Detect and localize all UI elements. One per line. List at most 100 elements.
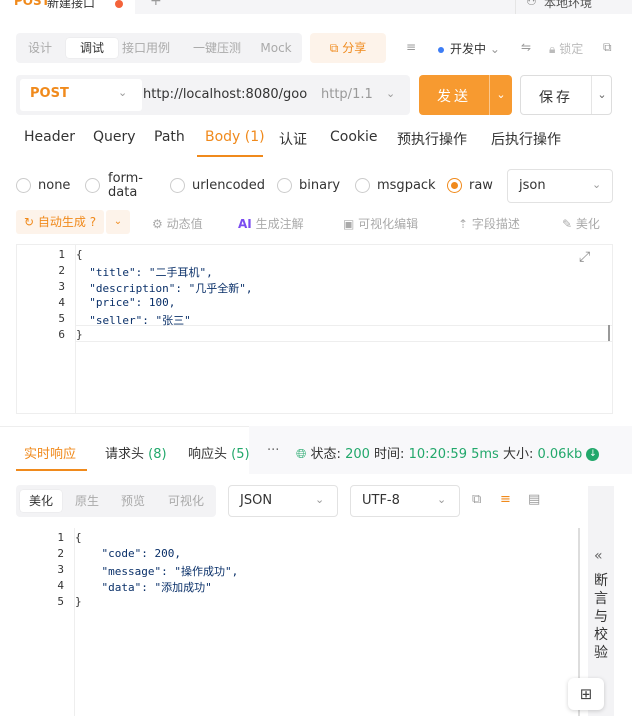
send-button[interactable]: 发送 ⌄ bbox=[419, 75, 512, 115]
line-number: 4 bbox=[57, 579, 64, 592]
download-icon[interactable]: ↓ bbox=[586, 448, 600, 461]
radio-urlencoded-label: urlencoded bbox=[192, 178, 266, 193]
line-number: 3 bbox=[57, 563, 64, 576]
send-label: 发送 bbox=[437, 89, 471, 105]
radio-urlencoded[interactable] bbox=[170, 178, 185, 193]
response-body-viewer[interactable]: 1 2 3 4 5 { "code": 200, "message": "操作成… bbox=[16, 528, 582, 716]
duplicate-icon[interactable]: ⧉ bbox=[603, 40, 612, 55]
save-icon[interactable]: ▤ bbox=[528, 492, 540, 507]
format-icon[interactable]: ≡ bbox=[406, 40, 416, 54]
size-label: 大小: bbox=[502, 447, 534, 462]
visual-edit-button[interactable]: ▣ 可视化编辑 bbox=[343, 215, 418, 232]
method-value: POST bbox=[30, 86, 69, 101]
field-description-button[interactable]: ⇡ 字段描述 bbox=[458, 215, 520, 232]
branch-status-dot bbox=[438, 46, 444, 53]
auto-generate-button[interactable]: ↻ 自动生成 ? bbox=[16, 210, 104, 234]
environment-icon: ⚇ bbox=[526, 0, 537, 8]
count-badge: (8) bbox=[148, 447, 167, 462]
mode-switcher: 设计 调试 接口用例 一键压测 Mock bbox=[16, 33, 302, 63]
body-format-select[interactable]: json ⌄ bbox=[507, 169, 613, 203]
lock-label: 锁定 bbox=[559, 42, 584, 56]
radio-msgpack[interactable] bbox=[355, 178, 370, 193]
layout-toggle-icon[interactable]: ⊞ bbox=[568, 678, 604, 710]
tab-header[interactable]: Header bbox=[24, 129, 75, 145]
tab-response-headers[interactable]: 响应头 (5) bbox=[188, 443, 250, 462]
more-tabs-icon[interactable]: ··· bbox=[178, 0, 190, 6]
tab-cookie[interactable]: Cookie bbox=[330, 129, 378, 145]
chevron-down-icon: ⌄ bbox=[315, 493, 325, 506]
auto-generate-options-chevron-icon[interactable]: ⌄ bbox=[106, 210, 130, 234]
mode-mock[interactable]: Mock bbox=[256, 38, 296, 58]
expand-icon[interactable]: ⤢ bbox=[579, 249, 590, 265]
code-line: "data": "添加成功" bbox=[75, 581, 212, 594]
radio-binary-label: binary bbox=[299, 178, 341, 193]
tab-path[interactable]: Path bbox=[154, 129, 185, 145]
code-line: "title": "二手耳机", bbox=[76, 266, 213, 279]
code-line: } bbox=[76, 328, 83, 341]
code-line: "message": "操作成功", bbox=[75, 565, 239, 578]
radio-none[interactable] bbox=[16, 178, 31, 193]
chevron-down-icon: ⌄ bbox=[386, 87, 396, 100]
mode-debug[interactable]: 调试 bbox=[66, 38, 118, 58]
format-icon[interactable]: ≡ bbox=[500, 492, 511, 507]
tab-post-script[interactable]: 后执行操作 bbox=[491, 129, 561, 149]
environment-label: 本地环境 bbox=[544, 0, 593, 10]
radio-raw[interactable] bbox=[447, 178, 462, 193]
line-number: 2 bbox=[57, 547, 64, 560]
line-number: 2 bbox=[58, 264, 65, 277]
auto-generate-label: 自动生成 bbox=[37, 215, 86, 229]
line-number: 4 bbox=[58, 296, 65, 309]
save-label: 保存 bbox=[539, 90, 573, 106]
tab-live-response[interactable]: 实时响应 bbox=[24, 443, 76, 462]
method-select[interactable]: POST ⌄ bbox=[20, 79, 142, 111]
view-beautify[interactable]: 美化 bbox=[20, 490, 62, 512]
add-tab-icon[interactable]: + bbox=[150, 0, 162, 9]
send-options-chevron-icon[interactable]: ⌄ bbox=[489, 75, 512, 115]
tab-pre-script[interactable]: 预执行操作 bbox=[397, 129, 467, 149]
editor-scrollbar[interactable] bbox=[599, 245, 613, 413]
tab-body[interactable]: Body (1) bbox=[205, 129, 265, 145]
branch-selector[interactable]: 开发中 ⌄ bbox=[438, 40, 500, 57]
view-raw[interactable]: 原生 bbox=[66, 490, 108, 512]
ai-annotate-button[interactable]: AI 生成注解 bbox=[238, 215, 304, 232]
lock-button[interactable]: 🔒︎ 锁定 bbox=[549, 40, 583, 57]
dynamic-value-label: 动态值 bbox=[166, 217, 203, 231]
dynamic-value-button[interactable]: ⚙ 动态值 bbox=[152, 215, 203, 232]
environment-selector[interactable]: ⚇ 本地环境 bbox=[515, 0, 632, 14]
view-preview[interactable]: 预览 bbox=[112, 490, 154, 512]
url-bar: POST ⌄ http://localhost:8080/goo http/1.… bbox=[16, 75, 410, 115]
line-gutter: 1 2 3 4 5 bbox=[16, 528, 75, 716]
tab-query[interactable]: Query bbox=[93, 129, 136, 145]
line-number: 1 bbox=[57, 531, 64, 544]
assertion-panel-label: 断言与校验 bbox=[594, 573, 608, 661]
copy-icon[interactable]: ⧉ bbox=[472, 492, 481, 507]
radio-form-data-label: form-data bbox=[108, 171, 144, 200]
count-badge: (5) bbox=[231, 447, 250, 462]
protocol-select[interactable]: http/1.1 bbox=[321, 87, 373, 102]
size-value: 0.06kb bbox=[537, 447, 583, 462]
share-button[interactable]: ⧉ 分享 bbox=[310, 33, 386, 63]
tab-auth[interactable]: 认证 bbox=[279, 129, 307, 149]
beautify-label: 美化 bbox=[575, 217, 600, 231]
radio-form-data[interactable] bbox=[85, 178, 100, 193]
mode-test-case[interactable]: 接口用例 bbox=[120, 38, 172, 58]
copy-link-icon[interactable]: ⇋ bbox=[521, 40, 531, 54]
url-input[interactable]: http://localhost:8080/goo bbox=[143, 87, 307, 102]
unsaved-dot bbox=[115, 0, 123, 8]
encoding-select[interactable]: UTF-8 ⌄ bbox=[350, 485, 460, 517]
save-button[interactable]: 保存 ⌄ bbox=[520, 75, 612, 115]
save-options-chevron-icon[interactable]: ⌄ bbox=[591, 76, 612, 114]
chevron-down-icon: ⌄ bbox=[118, 86, 128, 99]
radio-binary[interactable] bbox=[277, 178, 292, 193]
view-visualize[interactable]: 可视化 bbox=[160, 490, 212, 512]
response-format-select[interactable]: JSON ⌄ bbox=[228, 485, 338, 517]
mode-design[interactable]: 设计 bbox=[20, 38, 60, 58]
code-line: { bbox=[76, 248, 83, 261]
mode-stress-test[interactable]: 一键压测 bbox=[184, 38, 250, 58]
beautify-button[interactable]: ✎ 美化 bbox=[562, 215, 600, 232]
request-body-editor[interactable]: 1 2 3 4 5 6 { "title": "二手耳机", "descript… bbox=[16, 244, 613, 414]
ai-icon: AI bbox=[238, 217, 252, 231]
tab-request-headers[interactable]: 请求头 (8) bbox=[105, 443, 167, 462]
more-icon[interactable]: ··· bbox=[267, 443, 279, 458]
globe-icon: 🌐︎ bbox=[296, 447, 307, 462]
